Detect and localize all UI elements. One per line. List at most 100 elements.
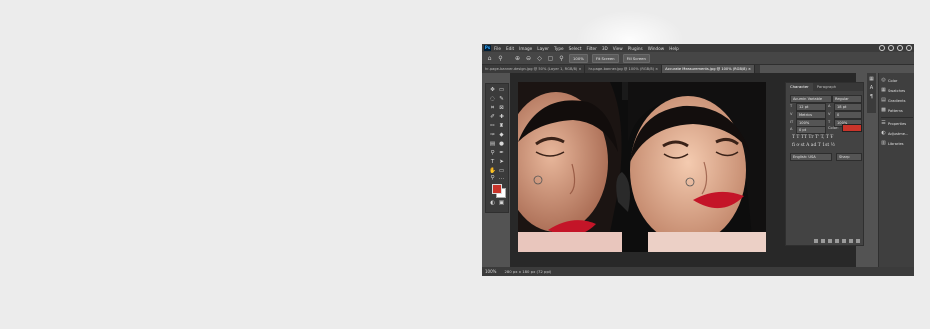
tab-hr-page-banner-design[interactable]: hr-page-banner-design.jpg @ 50% (Layer 1… bbox=[482, 65, 586, 73]
brush-tool-icon[interactable]: ✏ bbox=[489, 123, 496, 130]
account-icon[interactable] bbox=[879, 45, 885, 51]
document-canvas[interactable] bbox=[518, 82, 766, 252]
font-family-select[interactable]: Acumin Variable bbox=[790, 95, 832, 103]
dodge-tool-icon[interactable]: ⚲ bbox=[489, 150, 496, 157]
history-brush-tool-icon[interactable]: ✑ bbox=[489, 132, 496, 139]
tab-character[interactable]: Character bbox=[786, 83, 813, 91]
font-size-field[interactable]: 12 pt bbox=[796, 103, 826, 111]
baseline-shift-field[interactable]: 0 pt bbox=[796, 126, 826, 134]
tracking-icon: V bbox=[828, 112, 831, 116]
frame-tool-icon[interactable]: ⊠ bbox=[498, 105, 505, 112]
foreground-color-swatch[interactable] bbox=[492, 184, 502, 194]
history-icon[interactable]: ▦ bbox=[868, 76, 875, 82]
lasso-tool-icon[interactable]: ◌ bbox=[489, 96, 496, 103]
tracking-field[interactable]: 0 bbox=[834, 111, 862, 119]
screen-mode-icon[interactable]: ▣ bbox=[498, 200, 505, 207]
color-icon: ◎ bbox=[881, 77, 886, 83]
leading-field[interactable]: 18 pt bbox=[834, 103, 862, 111]
status-zoom[interactable]: 100% bbox=[485, 269, 496, 274]
menu-edit[interactable]: Edit bbox=[506, 46, 514, 51]
right-panel-dock: ◎ Color ▦ Swatches ▤ Gradients ▩ Patterns ☰ P… bbox=[878, 73, 914, 267]
menu-3d[interactable]: 3D bbox=[602, 46, 608, 51]
hand-tool-icon[interactable]: ✋ bbox=[489, 168, 496, 175]
adjustment-icon[interactable] bbox=[835, 238, 839, 243]
share-icon[interactable] bbox=[906, 45, 912, 51]
gradients-icon: ▤ bbox=[881, 97, 886, 103]
menu-filter[interactable]: Filter bbox=[586, 46, 596, 51]
photoshop-logo: Ps bbox=[484, 45, 491, 51]
eraser-tool-icon[interactable]: ◆ bbox=[498, 132, 505, 139]
dock-gradients[interactable]: ▤ Gradients bbox=[881, 97, 913, 104]
language-select[interactable]: English: USA bbox=[790, 153, 832, 161]
tab-hr-page-banner[interactable]: hr-page-banner.jpg @ 100% (RGB/8) × bbox=[585, 65, 663, 73]
dock-swatches-label: Swatches bbox=[888, 88, 906, 93]
more-tools-icon[interactable]: … bbox=[498, 175, 505, 182]
pen-tool-icon[interactable]: ✒ bbox=[498, 150, 505, 157]
dock-libraries[interactable]: ▥ Libraries bbox=[881, 140, 913, 147]
zoom-all-windows-icon[interactable]: ▢ bbox=[547, 55, 554, 62]
healing-brush-tool-icon[interactable]: ✚ bbox=[498, 114, 505, 121]
link-icon[interactable] bbox=[814, 238, 818, 243]
properties-icon: ☰ bbox=[881, 120, 886, 126]
blur-tool-icon[interactable]: ● bbox=[498, 141, 505, 148]
dock-properties[interactable]: ☰ Properties bbox=[881, 120, 913, 127]
crop-tool-icon[interactable]: ⌗ bbox=[489, 105, 496, 112]
font-style-select[interactable]: Regular bbox=[832, 95, 862, 103]
zoom-out-icon[interactable]: ⊖ bbox=[525, 55, 532, 62]
gradient-tool-icon[interactable]: ▤ bbox=[489, 141, 496, 148]
menu-image[interactable]: Image bbox=[519, 46, 532, 51]
tab-paragraph[interactable]: Paragraph bbox=[813, 83, 840, 91]
move-tool-icon[interactable]: ✥ bbox=[489, 87, 496, 94]
faux-style-buttons[interactable]: T T TT Tr T' T, T Ŧ bbox=[792, 135, 833, 140]
color-label: Color: bbox=[828, 126, 839, 130]
zoom-in-icon[interactable]: ⊕ bbox=[514, 55, 521, 62]
eyedropper-tool-icon[interactable]: ✐ bbox=[489, 114, 496, 121]
zoom-tool-icon[interactable]: ⚲ bbox=[497, 55, 504, 62]
quick-mask-icon[interactable]: ◐ bbox=[489, 200, 496, 207]
character-panel-icon[interactable]: A bbox=[868, 85, 875, 91]
antialias-select[interactable]: Sharp bbox=[836, 153, 862, 161]
search-icon[interactable] bbox=[888, 45, 894, 51]
trash-icon[interactable] bbox=[856, 238, 860, 243]
opentype-buttons[interactable]: fi ơ st A ad T 1st ½ bbox=[792, 143, 835, 148]
clone-stamp-tool-icon[interactable]: ♜ bbox=[498, 123, 505, 130]
path-select-tool-icon[interactable]: ➤ bbox=[498, 159, 505, 166]
menu-file[interactable]: File bbox=[494, 46, 501, 51]
workspace-icon[interactable] bbox=[897, 45, 903, 51]
portrait-image bbox=[518, 82, 766, 252]
dock-patterns[interactable]: ▩ Patterns bbox=[881, 107, 913, 114]
vertical-scale-icon: IT bbox=[790, 120, 794, 124]
resize-windows-icon[interactable]: ◇ bbox=[536, 55, 543, 62]
scrubby-zoom-icon[interactable]: ⚲ bbox=[558, 55, 565, 62]
menu-select[interactable]: Select bbox=[569, 46, 582, 51]
paragraph-panel-icon[interactable]: ¶ bbox=[868, 94, 875, 100]
quick-select-tool-icon[interactable]: ✎ bbox=[498, 96, 505, 103]
menu-window[interactable]: Window bbox=[648, 46, 665, 51]
mask-icon[interactable] bbox=[828, 238, 832, 243]
menu-view[interactable]: View bbox=[613, 46, 623, 51]
dock-swatches[interactable]: ▦ Swatches bbox=[881, 87, 913, 94]
status-bar: 100% 280 px x 180 px (72 ppi) bbox=[482, 267, 914, 276]
menu-plugins[interactable]: Plugins bbox=[628, 46, 643, 51]
dock-color[interactable]: ◎ Color bbox=[881, 77, 913, 84]
zoom-tool-icon[interactable]: ⚲ bbox=[489, 175, 496, 182]
menu-type[interactable]: Type bbox=[554, 46, 564, 51]
document-tabs: hr-page-banner-design.jpg @ 50% (Layer 1… bbox=[482, 65, 760, 73]
tab-accurate-measurements[interactable]: Accurate Measurements.jpg @ 100% (RGB/8)… bbox=[662, 65, 755, 73]
dock-adjustments-label: Adjustme... bbox=[888, 131, 909, 136]
zoom-100-button[interactable]: 100% bbox=[569, 53, 588, 63]
menu-help[interactable]: Help bbox=[669, 46, 679, 51]
text-color-swatch[interactable] bbox=[842, 124, 862, 132]
fx-icon[interactable] bbox=[821, 238, 825, 243]
home-icon[interactable]: ⌂ bbox=[486, 55, 493, 62]
rectangle-tool-icon[interactable]: ▭ bbox=[498, 168, 505, 175]
type-tool-icon[interactable]: T bbox=[489, 159, 496, 166]
fill-screen-button[interactable]: Fill Screen bbox=[622, 53, 650, 63]
dock-adjustments[interactable]: ◐ Adjustme... bbox=[881, 130, 913, 137]
menu-layer[interactable]: Layer bbox=[537, 46, 549, 51]
artboard-tool-icon[interactable]: ▭ bbox=[498, 87, 505, 94]
new-layer-icon[interactable] bbox=[849, 238, 853, 243]
folder-icon[interactable] bbox=[842, 238, 846, 243]
fit-screen-button[interactable]: Fit Screen bbox=[591, 53, 619, 63]
kerning-field[interactable]: Metrics bbox=[796, 111, 826, 119]
